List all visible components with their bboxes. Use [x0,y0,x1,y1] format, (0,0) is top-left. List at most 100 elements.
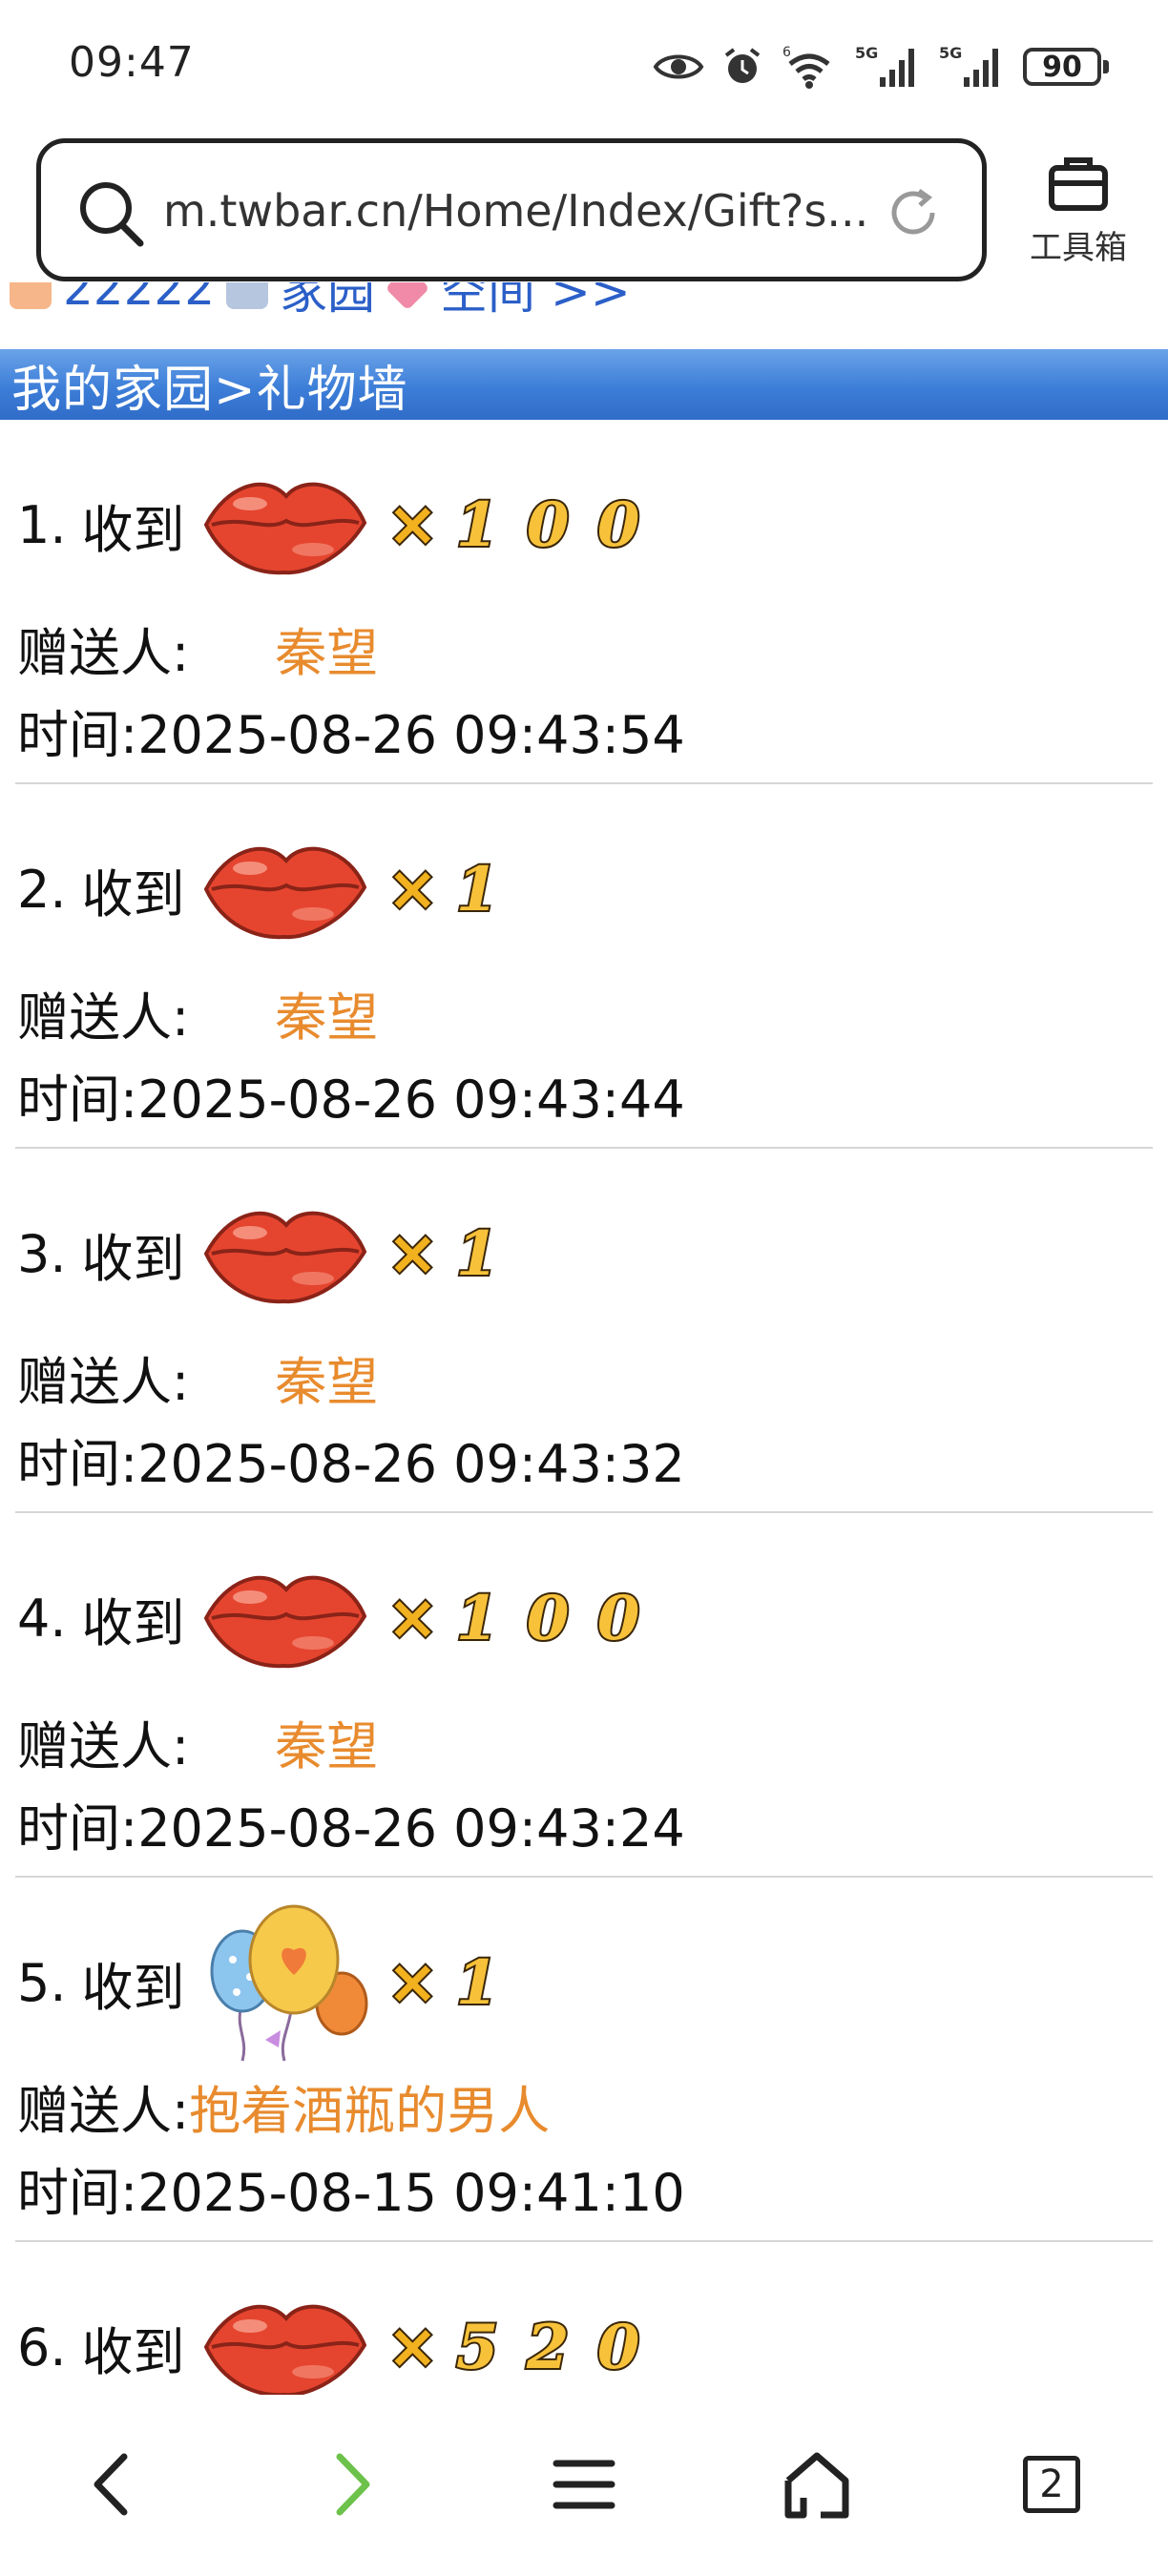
back-button[interactable] [65,2437,160,2532]
lips-icon [203,1575,366,1669]
sender-label: 赠送人: [17,1716,190,1776]
gift-count: × 1 0 0 [386,1581,651,1656]
gift-time: 时间:2025-08-26 09:43:54 [17,705,685,765]
sender-label: 赠送人: [17,987,190,1048]
nav-link-user[interactable]: 22222 [63,282,215,316]
status-icons: 6 5G 5G 90 [653,40,1109,93]
battery-icon: 90 [1023,48,1109,86]
sender-name-link[interactable]: 秦望 [275,611,378,686]
count-digit: 1 [454,1945,501,2021]
signal-icon: 5G [855,44,914,87]
multiply-sign: × [386,1216,441,1291]
gift-count: × 1 [386,1945,510,2021]
sender-name-link[interactable]: 秦望 [275,975,378,1050]
count-digit: 0 [595,488,642,563]
gift-count: × 1 0 0 [386,488,651,563]
count-digit: 0 [525,488,572,563]
count-digit: 1 [454,488,501,563]
network-label: 5G [939,44,962,62]
lips-icon [203,1211,366,1304]
page-nav-links: 22222 家园 空间 >> [0,282,1168,349]
page-title: 我的家园>礼物墙 [11,361,408,419]
gift-index: 4. [17,1588,67,1649]
lips-icon [203,482,366,575]
house-icon [226,282,269,309]
gift-sender-row: 赠送人: 秦望 [17,1340,378,1415]
wifi-badge: 6 [782,45,791,60]
bottom-nav: 2 [0,2395,1168,2576]
balloons-icon [210,1904,368,2062]
alarm-icon [724,48,761,83]
multiply-sign: × [386,2310,441,2384]
gift-count: × 1 [386,852,510,927]
count-digit: 1 [454,852,501,927]
count-digit: 2 [525,2310,572,2385]
signal-icon: 5G [939,44,998,87]
address-bar[interactable]: m.twbar.cn/Home/Index/Gift?s... [36,138,987,281]
gift-item: 2. 收到 × 1 赠送人: 秦望 时间:2025-08-26 09:43:44 [15,784,1153,1149]
gift-index: 1. [17,494,67,555]
forward-button[interactable] [303,2437,399,2532]
gift-item: 4. 收到 × 1 0 0 赠送人: 秦望 时间:2025-08-26 09:4… [15,1513,1153,1878]
gift-sender-row: 赠送人: 抱着酒瓶的男人 [17,2068,550,2144]
sender-label: 赠送人: [17,1352,190,1412]
toolbox-label: 工具箱 [1030,229,1127,267]
count-digit: 0 [595,2310,642,2385]
gift-received-label: 收到 [81,1957,185,2018]
network-label: 5G [855,44,878,62]
menu-button[interactable] [536,2437,632,2532]
gift-index: 2. [17,859,67,920]
sender-name-link[interactable]: 秦望 [275,1704,378,1779]
gift-count: × 5 2 0 [386,2310,651,2385]
count-digit: 5 [454,2310,501,2385]
gift-item: 3. 收到 × 1 赠送人: 秦望 时间:2025-08-26 09:43:32 [15,1149,1153,1513]
multiply-sign: × [386,1945,441,2020]
search-icon [80,182,144,247]
chevron-left-icon [94,2453,128,2516]
gift-index: 3. [17,1223,67,1284]
wifi-icon: 6 [782,45,830,89]
sender-name-link[interactable]: 抱着酒瓶的男人 [189,2068,550,2144]
gift-sender-row: 赠送人: 秦望 [17,1704,378,1779]
sender-name-link[interactable]: 秦望 [275,1340,378,1415]
url-text[interactable]: m.twbar.cn/Home/Index/Gift?s... [163,185,868,237]
multiply-sign: × [386,1581,441,1655]
gift-index: 5. [17,1952,67,2013]
count-digit: 1 [454,1581,501,1656]
lips-icon [203,846,366,940]
reload-icon[interactable] [885,183,942,242]
multiply-sign: × [386,488,441,562]
count-digit: 0 [595,1581,642,1656]
tabs-button[interactable]: 2 [1004,2437,1099,2532]
gift-received-label: 收到 [81,2321,185,2382]
nav-link-home[interactable]: 家园 [280,282,375,322]
menu-icon [553,2460,615,2509]
status-bar: 09:47 6 5G 5G 90 [0,0,1168,134]
gift-count: × 1 [386,1216,510,1292]
home-button[interactable] [769,2437,865,2532]
toolbox-button[interactable]: 工具箱 [1012,153,1145,277]
gift-index: 6. [17,2316,67,2378]
gift-list: 1. 收到 × 1 0 0 赠送人: 秦望 时间:2025-08-26 09:4… [0,420,1168,2395]
gift-item: 6. 收到 × 5 2 0 [15,2242,1153,2395]
gift-item: 5. 收到 × 1 赠送人: 抱着酒瓶的男人 时间:2025-08-15 09:… [15,1878,1153,2242]
gem-icon [385,282,430,311]
status-time: 09:47 [69,38,195,87]
gift-sender-row: 赠送人: 秦望 [17,975,378,1050]
chevron-right-icon [336,2453,370,2516]
multiply-sign: × [386,852,441,926]
gift-time: 时间:2025-08-26 09:43:44 [17,1070,685,1130]
gift-received-label: 收到 [81,1228,185,1289]
sender-label: 赠送人: [17,623,190,683]
gift-received-label: 收到 [81,499,185,560]
lips-icon [203,2304,366,2395]
nav-link-space[interactable]: 空间 >> [440,282,631,322]
tab-count: 2 [1039,2462,1064,2506]
gift-sender-row: 赠送人: 秦望 [17,611,378,686]
gift-time: 时间:2025-08-26 09:43:24 [17,1798,685,1859]
eye-icon [653,54,704,79]
battery-level: 90 [1042,50,1082,84]
hand-icon [10,282,52,309]
gift-item: 1. 收到 × 1 0 0 赠送人: 秦望 时间:2025-08-26 09:4… [15,420,1153,784]
gift-received-label: 收到 [81,1592,185,1653]
